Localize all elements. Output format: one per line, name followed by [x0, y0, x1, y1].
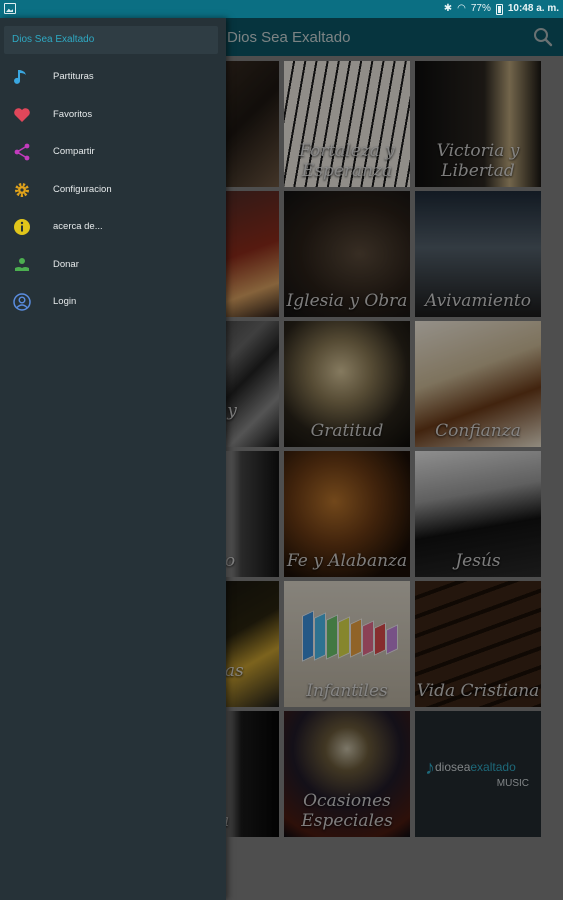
- menu-item-compartir[interactable]: Compartir: [0, 133, 226, 171]
- user-icon: [12, 292, 32, 312]
- menu-item-favoritos[interactable]: Favoritos: [0, 96, 226, 134]
- menu-item-label: Compartir: [53, 146, 95, 157]
- menu-item-label: acerca de...: [53, 221, 103, 232]
- menu-item-label: Login: [53, 296, 77, 307]
- menu-item-login[interactable]: Login: [0, 283, 226, 321]
- donate-icon: [12, 255, 32, 275]
- info-icon: [12, 217, 32, 237]
- share-icon: [12, 142, 32, 162]
- gear-icon: [12, 180, 32, 200]
- drawer-scrim[interactable]: [226, 18, 563, 900]
- menu-item-label: Favoritos: [53, 108, 93, 120]
- gallery-notification-icon: [4, 3, 16, 14]
- music-note-icon: [12, 67, 32, 87]
- navigation-drawer: Dios Sea Exaltado Partituras Favoritos C…: [0, 18, 226, 900]
- drawer-menu: Partituras Favoritos Compartir Configura…: [0, 58, 226, 321]
- menu-item-acerca-de[interactable]: acerca de...: [0, 208, 226, 246]
- status-time: 10:48 a. m.: [507, 3, 559, 14]
- battery-percent: 77%: [470, 3, 491, 14]
- drawer-header[interactable]: Dios Sea Exaltado: [4, 26, 218, 54]
- menu-item-configuracion[interactable]: Configuracion: [0, 171, 226, 209]
- menu-item-donar[interactable]: Donar: [0, 246, 226, 284]
- menu-item-label: Partituras: [53, 71, 94, 82]
- menu-item-partituras[interactable]: Partituras: [0, 58, 226, 96]
- heart-icon: [12, 105, 32, 125]
- battery-icon: [495, 3, 503, 15]
- drawer-header-title: Dios Sea Exaltado: [12, 34, 95, 45]
- bluetooth-icon: ✱: [443, 3, 453, 14]
- menu-item-label: Configuracion: [53, 183, 112, 195]
- screen: ✱ ◠ 77% 10:48 a. m. Dios Sea Exaltado Fo…: [0, 0, 563, 900]
- menu-item-label: Donar: [53, 258, 79, 270]
- status-bar: ✱ ◠ 77% 10:48 a. m.: [0, 0, 563, 18]
- status-icons: ✱ ◠ 77% 10:48 a. m.: [444, 2, 559, 16]
- wifi-icon: ◠: [457, 3, 466, 14]
